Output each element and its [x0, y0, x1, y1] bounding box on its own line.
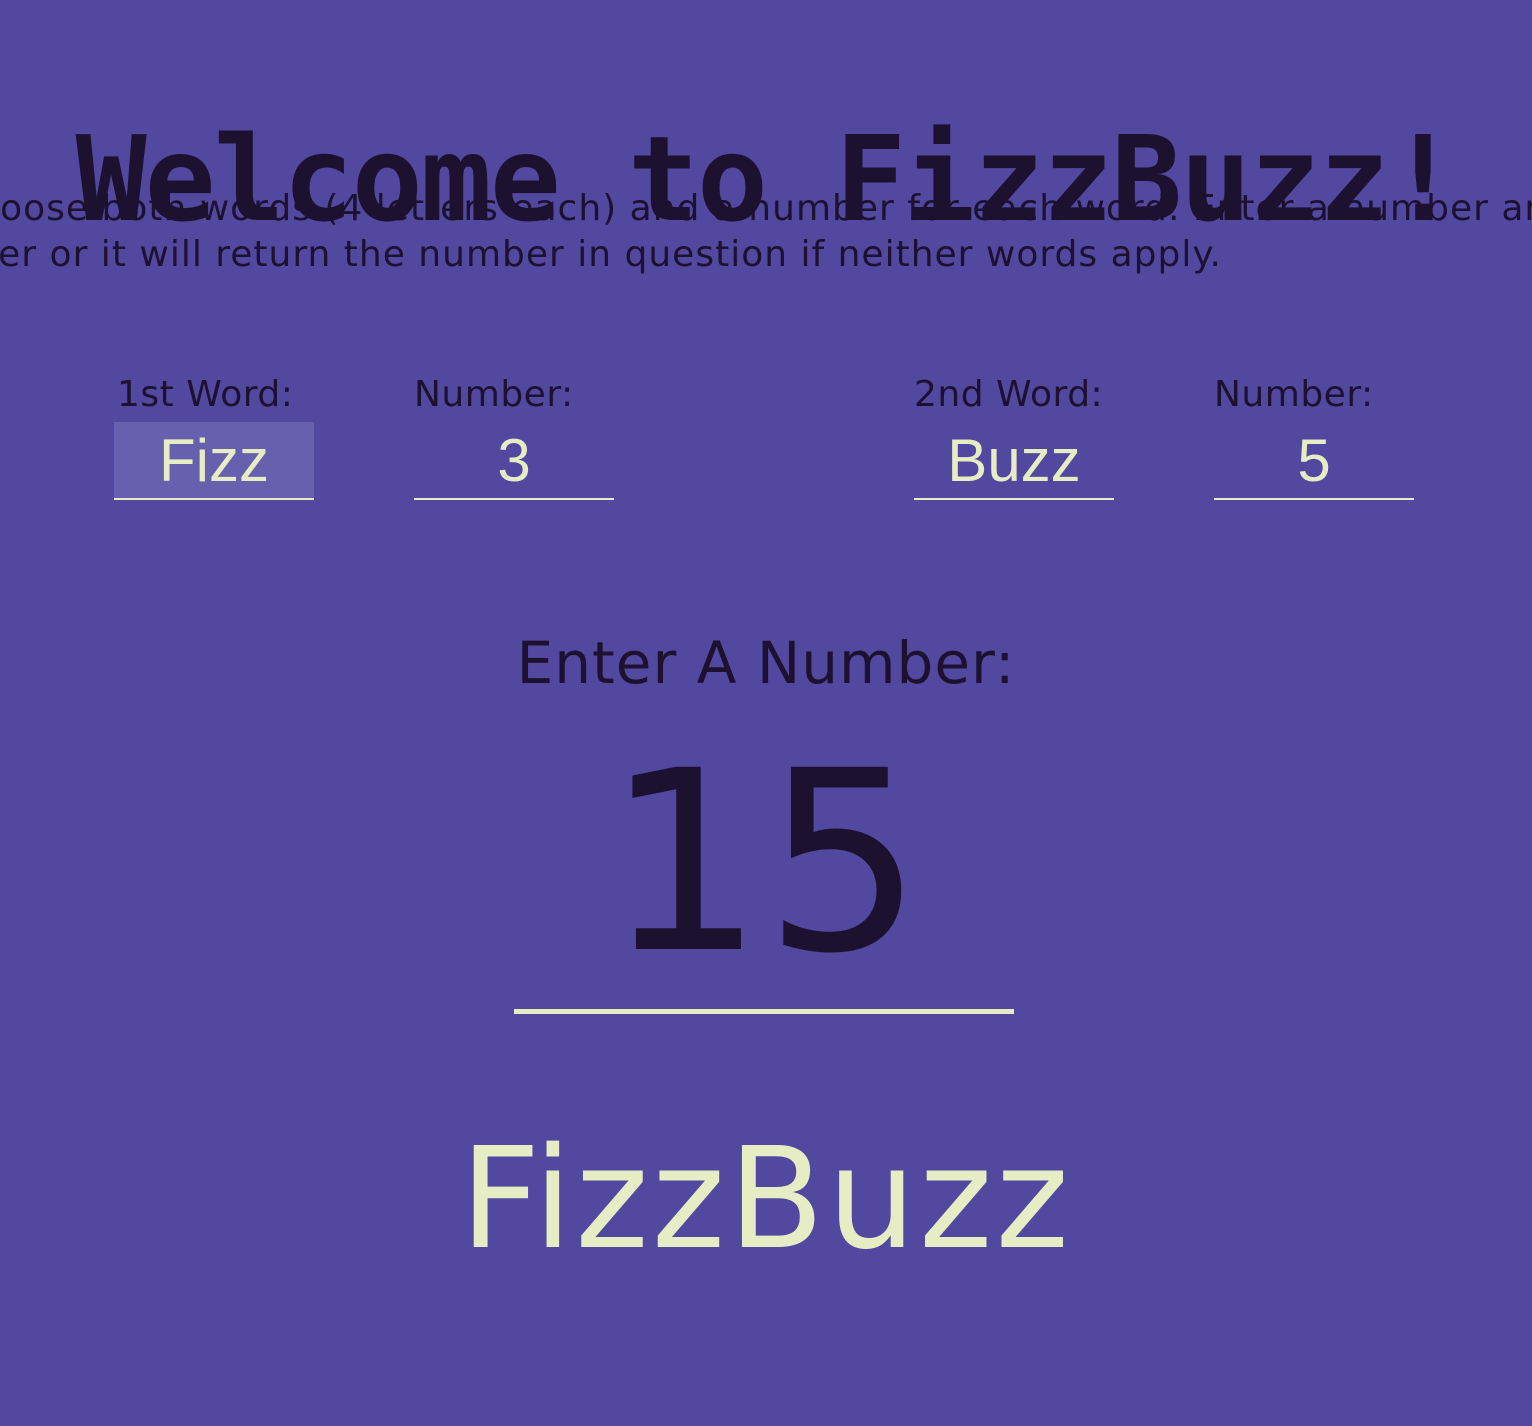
word2-label: 2nd Word:	[914, 374, 1104, 415]
word1-input[interactable]	[114, 422, 314, 500]
intro-section: In this version, you can choose both wor…	[0, 186, 1532, 326]
number2-input[interactable]	[1214, 422, 1414, 500]
word1-label: 1st Word:	[117, 374, 294, 415]
number2-label: Number:	[1214, 374, 1374, 415]
number1-label: Number:	[414, 374, 574, 415]
word1-field: 1st Word:	[114, 372, 314, 500]
result-output: FizzBuzz	[460, 1118, 1072, 1281]
number1-input[interactable]	[414, 422, 614, 500]
word2-input[interactable]	[914, 422, 1114, 500]
number-input[interactable]	[514, 716, 1014, 1014]
intro-text: In this version, you can choose both wor…	[0, 188, 1532, 275]
word2-field: 2nd Word:	[914, 372, 1114, 500]
number1-field: Number:	[414, 372, 614, 500]
number2-field: Number:	[1214, 372, 1414, 500]
enter-number-label: Enter A Number:	[516, 629, 1016, 697]
